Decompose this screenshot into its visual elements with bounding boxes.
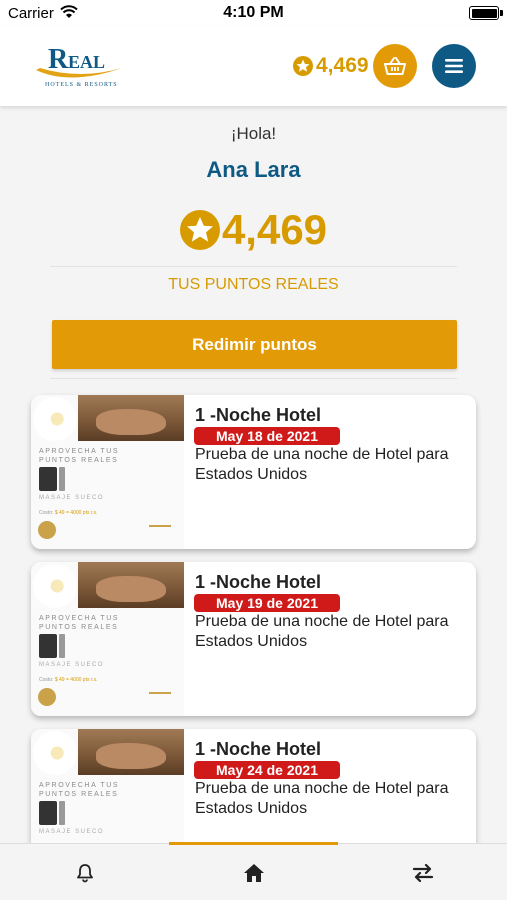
reward-card[interactable]: APROVECHA TUS PUNTOS REALES MASAJE SUECO … (31, 395, 476, 549)
real-hotels-logo[interactable]: R EAL HOTELS & RESORTS (30, 38, 130, 92)
header-points-value: 4,469 (316, 54, 369, 77)
loyalty-card-image (59, 801, 65, 825)
hotel-logo-mark (149, 525, 171, 535)
battery-icon (469, 6, 499, 20)
thumbnail-massage-label: MASAJE SUECO (39, 662, 105, 668)
points-label: TUS PUNTOS REALES (168, 276, 339, 293)
reward-card[interactable]: APROVECHA TUS PUNTOS REALES MASAJE SUECO … (31, 562, 476, 716)
reward-description: Prueba de una noche de Hotel para Estado… (195, 446, 449, 483)
spa-badge (38, 521, 56, 539)
redeem-points-button[interactable]: Redimir puntos (52, 320, 457, 369)
tab-home[interactable] (169, 844, 338, 900)
star-badge-icon (293, 56, 313, 76)
status-time: 4:10 PM (223, 4, 284, 21)
thumbnail-promo-text: APROVECHA TUS PUNTOS REALES (39, 448, 120, 464)
transfer-icon (412, 863, 433, 882)
massage-photo (78, 729, 184, 775)
orchid-photo (33, 564, 77, 608)
reward-thumbnail: APROVECHA TUS PUNTOS REALES MASAJE SUECO … (31, 395, 184, 549)
reward-description: Prueba de una noche de Hotel para Estado… (195, 780, 449, 817)
reward-date-badge: May 19 de 2021 (194, 594, 340, 612)
tab-transfers[interactable] (338, 844, 507, 900)
home-icon (243, 863, 264, 882)
loyalty-card-image (59, 467, 65, 491)
svg-text:EAL: EAL (68, 52, 105, 72)
reward-title: 1 -Noche Hotel (195, 405, 322, 425)
thumbnail-cost: Costo: $ 49 = 4000 pts r.s. (39, 677, 98, 683)
orchid-photo (33, 397, 77, 441)
points-balance-value: 4,469 (221, 206, 328, 253)
massage-photo (78, 562, 184, 608)
massage-photo (78, 395, 184, 441)
header-points: 4,469 (293, 54, 369, 78)
thumbnail-cost: Costo: $ 49 = 4000 pts r.s. (39, 510, 98, 516)
loyalty-card-image (59, 634, 65, 658)
thumbnail-promo-text: APROVECHA TUS PUNTOS REALES (39, 615, 120, 631)
status-bar: Carrier 4:10 PM (0, 0, 507, 26)
greeting-text: ¡Hola! (230, 124, 277, 143)
cart-button[interactable] (373, 44, 417, 88)
app-header: R EAL HOTELS & RESORTS 4,469 (0, 26, 507, 106)
reward-title: 1 -Noche Hotel (195, 572, 322, 592)
loyalty-card-image (39, 634, 57, 658)
spa-badge (38, 688, 56, 706)
svg-text:HOTELS & RESORTS: HOTELS & RESORTS (45, 82, 118, 88)
points-balance: 4,469 (0, 206, 507, 254)
thumbnail-promo-text: APROVECHA TUS PUNTOS REALES (39, 782, 120, 798)
thumbnail-massage-label: MASAJE SUECO (39, 495, 105, 501)
basket-icon (384, 57, 406, 75)
bell-icon (76, 863, 93, 882)
reward-description: Prueba de una noche de Hotel para Estado… (195, 613, 449, 650)
reward-date-badge: May 24 de 2021 (194, 761, 340, 779)
orchid-photo (33, 731, 77, 775)
menu-button[interactable] (432, 44, 476, 88)
reward-thumbnail: APROVECHA TUS PUNTOS REALES MASAJE SUECO … (31, 562, 184, 716)
hamburger-icon (445, 59, 463, 73)
bottom-tab-bar (0, 842, 507, 900)
loyalty-card-image (39, 801, 57, 825)
thumbnail-massage-label: MASAJE SUECO (39, 829, 105, 835)
star-badge-icon (179, 210, 220, 250)
battery-tip (500, 10, 503, 16)
divider (50, 266, 457, 267)
reward-date-badge: May 18 de 2021 (194, 427, 340, 445)
tab-notifications[interactable] (0, 844, 169, 900)
user-name: Ana Lara (206, 157, 301, 182)
loyalty-card-image (39, 467, 57, 491)
svg-text:R: R (48, 44, 69, 75)
hotel-logo-mark (149, 692, 171, 702)
reward-title: 1 -Noche Hotel (195, 739, 322, 759)
divider (50, 378, 457, 379)
